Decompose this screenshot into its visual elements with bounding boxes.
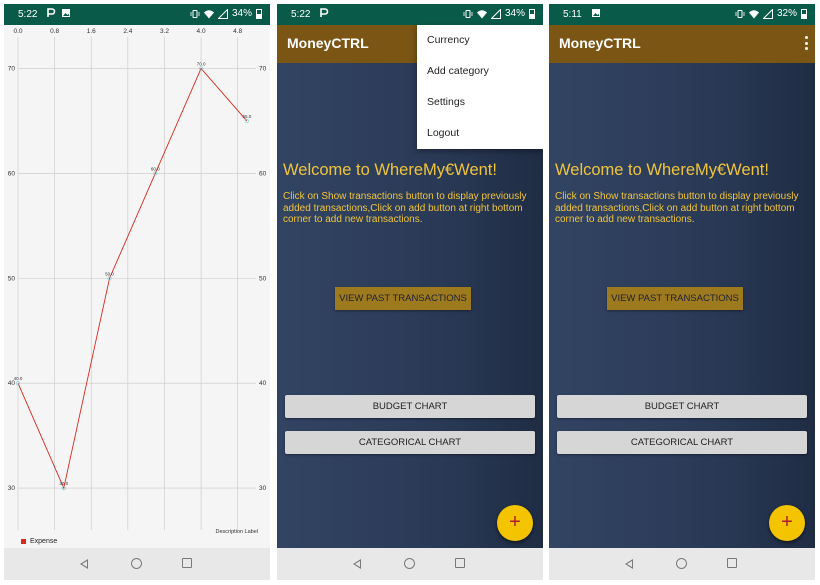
p-icon [320, 8, 329, 17]
y-tick-label-left: 60 [8, 170, 16, 177]
x-tick-label: 0.8 [50, 28, 59, 35]
data-label: 50.0 [105, 271, 114, 276]
status-bar: 5:22 34% [277, 4, 543, 25]
categorical-chart-button[interactable]: CATEGORICAL CHART [285, 431, 535, 454]
menu-item-settings[interactable]: Settings [417, 87, 543, 118]
budget-chart-button[interactable]: BUDGET CHART [285, 395, 535, 418]
signal-icon [762, 8, 773, 19]
y-tick-label-left: 30 [8, 485, 16, 492]
signal-icon [217, 8, 228, 19]
p-icon [47, 8, 56, 17]
overflow-menu: Currency Add category Settings Logout [417, 25, 543, 149]
status-icons-left [591, 8, 601, 18]
phone-screen-home: 5:11 32% MoneyCTRL Welcome to WhereMy€We… [549, 4, 815, 580]
y-tick-label-left: 40 [8, 380, 16, 387]
vibrate-icon [463, 9, 473, 18]
y-tick-label-right: 70 [259, 65, 267, 72]
vibrate-icon [190, 9, 200, 18]
nav-recents-icon[interactable] [182, 558, 192, 568]
x-tick-label: 4.8 [233, 28, 242, 35]
battery-percentage: 34% [231, 8, 252, 19]
menu-item-add-category[interactable]: Add category [417, 56, 543, 87]
x-tick-label: 3.2 [160, 28, 169, 35]
data-label: 60.0 [151, 166, 160, 171]
data-label: 40.0 [14, 376, 23, 381]
data-label: 30.0 [59, 481, 68, 486]
data-label: 70.0 [197, 61, 206, 66]
status-time: 5:22 [291, 9, 311, 20]
system-nav-bar [549, 548, 815, 580]
chart-legend: Expense [21, 538, 57, 545]
status-icons-left [319, 8, 329, 18]
wifi-icon [203, 9, 214, 18]
legend-swatch-expense [21, 539, 26, 544]
battery-icon [529, 8, 535, 19]
nav-home-icon[interactable] [131, 558, 142, 569]
battery-percentage: 34% [504, 8, 525, 19]
view-past-transactions-button[interactable]: VIEW PAST TRANSACTIONS [607, 287, 743, 310]
app-title: MoneyCTRL [559, 35, 641, 51]
status-icons-right: 34% [190, 8, 262, 19]
x-tick-label: 1.6 [87, 28, 96, 35]
system-nav-bar [277, 548, 543, 580]
overflow-menu-icon[interactable] [803, 36, 809, 50]
x-tick-label: 4.0 [197, 28, 206, 35]
nav-recents-icon[interactable] [455, 558, 465, 568]
status-bar: 5:11 32% [549, 4, 815, 25]
battery-percentage: 32% [776, 8, 797, 19]
x-tick-label: 0.0 [13, 28, 22, 35]
y-tick-label-left: 50 [8, 275, 16, 282]
add-icon: + [509, 511, 521, 533]
nav-back-icon[interactable] [353, 559, 361, 569]
welcome-description: Click on Show transactions button to dis… [555, 191, 799, 225]
nav-recents-icon[interactable] [727, 558, 737, 568]
chart-canvas: 0.0 0.8 1.6 2.4 3.2 4.0 4.8 30 30 40 40 50 50 60 60 70 7… [8, 28, 267, 530]
chart-description-label: Description Label [215, 529, 259, 535]
menu-item-currency[interactable]: Currency [417, 25, 543, 56]
add-icon: + [781, 511, 793, 533]
app-title: MoneyCTRL [287, 35, 369, 51]
status-bar: 5:22 34% [4, 4, 270, 25]
status-time: 5:22 [18, 9, 38, 20]
welcome-heading: Welcome to WhereMy€Went! [555, 161, 769, 179]
welcome-heading: Welcome to WhereMy€Went! [283, 161, 497, 179]
status-icons-right: 32% [735, 8, 807, 19]
nav-home-icon[interactable] [404, 558, 415, 569]
welcome-description: Click on Show transactions button to dis… [283, 191, 527, 225]
status-icons-left [46, 8, 71, 18]
system-nav-bar [4, 548, 270, 580]
legend-label-expense: Expense [30, 538, 58, 545]
y-tick-label-left: 70 [8, 65, 16, 72]
phone-screen-chart: 5:22 34% 0.0 0.8 1.6 2.4 3.2 4.0 4.8 30 30 40 40 50… [4, 4, 270, 580]
app-bar: MoneyCTRL [549, 25, 815, 63]
status-time: 5:11 [563, 9, 582, 20]
battery-icon [801, 8, 807, 19]
view-past-transactions-button[interactable]: VIEW PAST TRANSACTIONS [335, 287, 471, 310]
image-icon [592, 9, 600, 17]
budget-chart-button[interactable]: BUDGET CHART [557, 395, 807, 418]
y-tick-label-right: 60 [259, 170, 267, 177]
x-tick-label: 2.4 [123, 28, 132, 35]
y-tick-label-right: 30 [259, 485, 267, 492]
phone-screen-menu-open: 5:22 34% MoneyCTRL Welcome to WhereMy€We… [277, 4, 543, 580]
categorical-chart-button[interactable]: CATEGORICAL CHART [557, 431, 807, 454]
main-content: Welcome to WhereMy€Went! Click on Show t… [549, 63, 815, 548]
add-transaction-fab[interactable]: + [497, 505, 533, 541]
wifi-icon [748, 9, 759, 18]
nav-back-icon[interactable] [625, 559, 633, 569]
y-tick-label-right: 40 [259, 380, 267, 387]
signal-icon [490, 8, 501, 19]
nav-home-icon[interactable] [676, 558, 687, 569]
add-transaction-fab[interactable]: + [769, 505, 805, 541]
vibrate-icon [735, 9, 745, 18]
line-chart[interactable]: 0.0 0.8 1.6 2.4 3.2 4.0 4.8 30 30 40 40 50 50 60 60 70 7… [4, 25, 270, 548]
status-icons-right: 34% [463, 8, 535, 19]
nav-back-icon[interactable] [80, 559, 88, 569]
image-icon [62, 9, 70, 17]
battery-icon [256, 8, 262, 19]
y-tick-label-right: 50 [259, 275, 267, 282]
menu-item-logout[interactable]: Logout [417, 118, 543, 149]
wifi-icon [476, 9, 487, 18]
data-label: 65.0 [242, 114, 251, 119]
